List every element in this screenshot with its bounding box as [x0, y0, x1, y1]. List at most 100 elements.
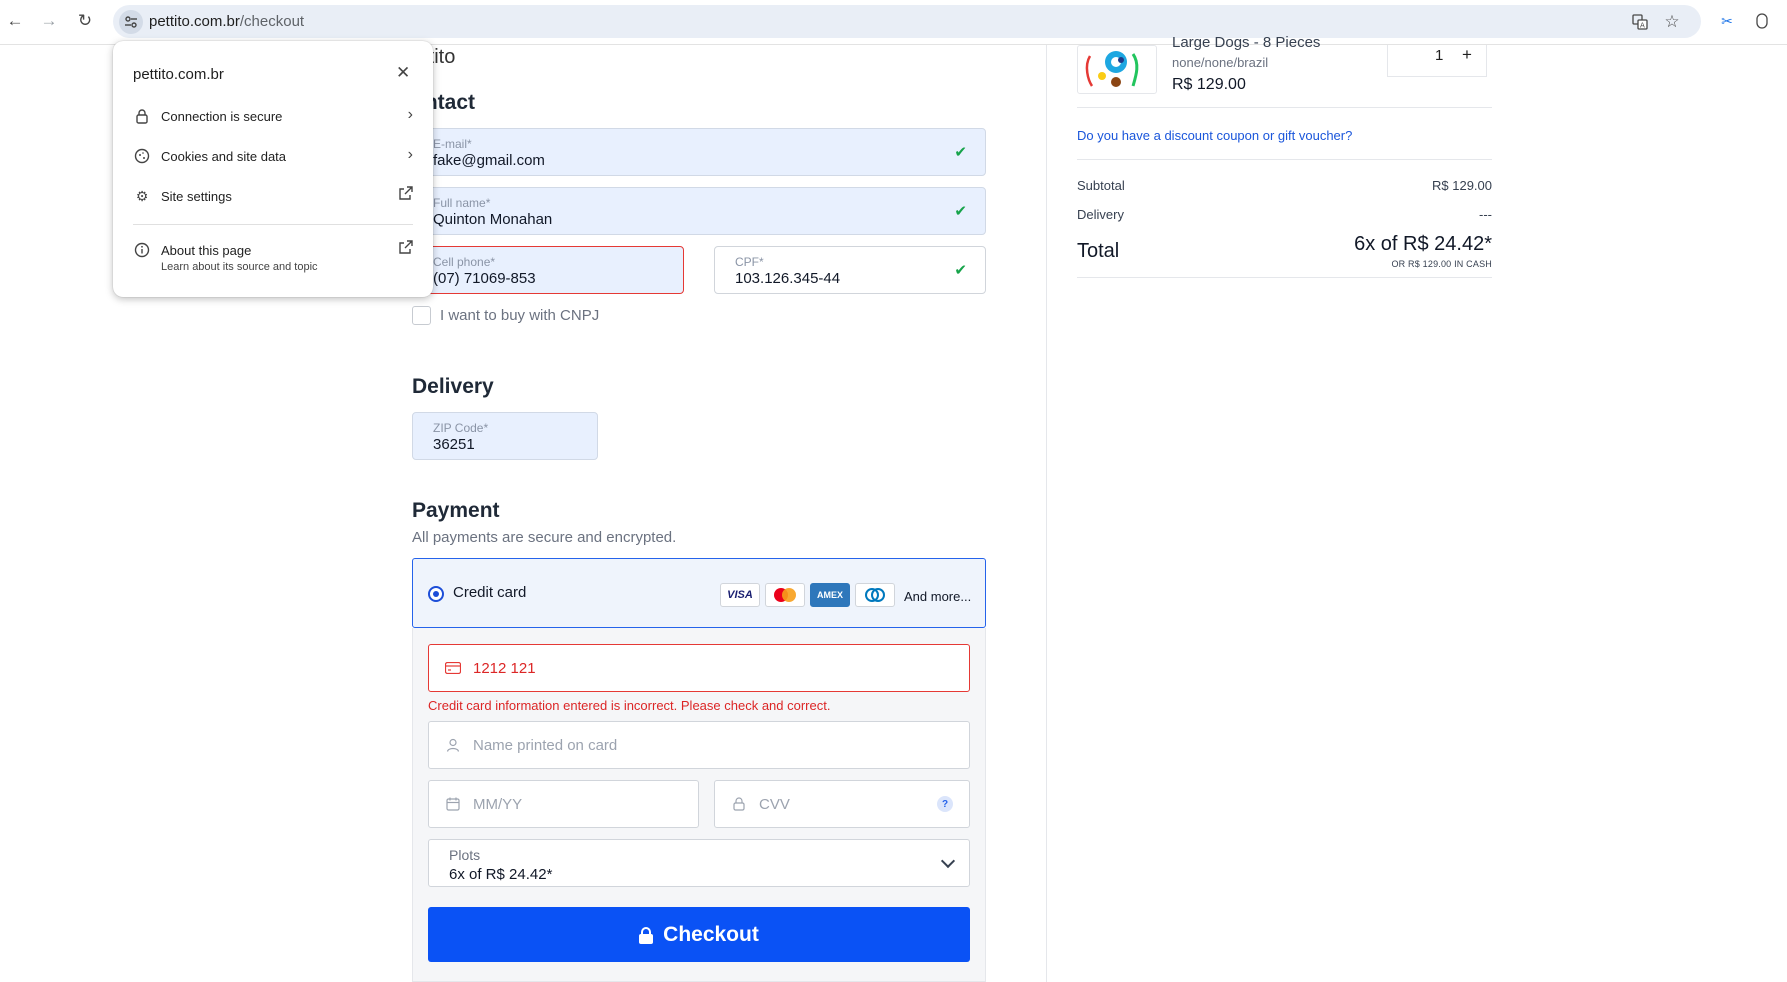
delivery-value: ---	[1479, 207, 1492, 222]
delivery-row: Delivery ---	[1077, 207, 1492, 222]
column-divider	[1046, 45, 1047, 982]
info-icon	[133, 241, 151, 259]
plots-select[interactable]: Plots 6x of R$ 24.42*	[428, 839, 970, 887]
chevron-down-icon	[940, 853, 956, 869]
plots-value: 6x of R$ 24.42*	[449, 866, 553, 883]
card-number-value: 1212 121	[473, 660, 536, 677]
email-field[interactable]: E-mail* fake@gmail.com ✔	[412, 128, 986, 176]
total-cash-note: OR R$ 129.00 IN CASH	[1391, 259, 1492, 269]
full-name-value: Quinton Monahan	[433, 211, 553, 228]
divider	[1077, 159, 1492, 160]
payment-subtitle: All payments are secure and encrypted.	[412, 529, 677, 546]
full-name-label: Full name*	[433, 196, 491, 210]
email-value: fake@gmail.com	[433, 152, 545, 169]
site-settings-label: Site settings	[161, 189, 232, 204]
zip-code-field[interactable]: ZIP Code* 36251	[412, 412, 598, 460]
about-page-label: About this page	[161, 243, 252, 258]
zip-code-value: 36251	[433, 436, 475, 453]
total-value: 6x of R$ 24.42*	[1354, 233, 1492, 255]
close-icon[interactable]: ✕	[396, 63, 410, 83]
external-link-icon	[399, 240, 413, 259]
mastercard-logo	[765, 583, 805, 607]
check-icon: ✔	[954, 144, 967, 161]
cell-phone-field[interactable]: Cell phone* (07) 71069-853	[412, 246, 684, 294]
popup-divider	[133, 224, 413, 225]
extension-icon[interactable]: ✂	[1718, 12, 1736, 30]
cookies-item[interactable]: Cookies and site data ›	[133, 145, 413, 169]
expiry-input[interactable]: MM/YY	[428, 780, 699, 828]
credit-card-radio[interactable]	[428, 586, 444, 602]
total-label: Total	[1077, 240, 1120, 262]
credit-card-option[interactable]: Credit card VISA AMEX And more...	[412, 558, 986, 628]
quantity-value: 1	[1435, 47, 1444, 64]
check-icon: ✔	[954, 262, 967, 279]
checkout-button[interactable]: Checkout	[428, 907, 970, 962]
product-price: R$ 129.00	[1172, 76, 1246, 93]
bookmark-star-icon[interactable]: ☆	[1663, 12, 1681, 31]
site-info-popup: pettito.com.br ✕ Connection is secure › …	[113, 41, 433, 297]
lock-icon	[639, 926, 654, 944]
site-settings-item[interactable]: ⚙ Site settings	[133, 185, 413, 209]
visa-logo: VISA	[720, 583, 760, 607]
lock-icon	[133, 107, 151, 125]
divider	[1077, 277, 1492, 278]
cell-phone-value: (07) 71069-853	[433, 270, 536, 287]
expiry-placeholder: MM/YY	[473, 796, 523, 813]
connection-secure-item[interactable]: Connection is secure ›	[133, 105, 413, 129]
cookies-label: Cookies and site data	[161, 149, 287, 164]
delivery-label: Delivery	[1077, 207, 1124, 222]
full-name-field[interactable]: Full name* Quinton Monahan ✔	[412, 187, 986, 235]
divider	[1077, 107, 1492, 108]
connection-secure-label: Connection is secure	[161, 109, 283, 124]
reload-icon[interactable]: ↻	[74, 10, 96, 32]
chevron-right-icon: ›	[407, 146, 413, 163]
translate-icon[interactable]: A	[1631, 13, 1649, 31]
profile-icon[interactable]	[1753, 12, 1771, 30]
chevron-right-icon: ›	[407, 106, 413, 123]
product-name: Large Dogs - 8 Pieces	[1172, 34, 1321, 51]
url-text: pettito.com.br/checkout	[149, 13, 305, 30]
about-page-sub: Learn about its source and topic	[161, 261, 318, 273]
popup-title: pettito.com.br	[133, 66, 224, 83]
forward-icon[interactable]: →	[38, 10, 60, 32]
and-more-text: And more...	[904, 589, 972, 604]
amex-logo: AMEX	[810, 583, 850, 607]
cnpj-label: I want to buy with CNPJ	[440, 307, 600, 324]
subtotal-label: Subtotal	[1077, 178, 1125, 193]
gear-icon: ⚙	[135, 187, 149, 204]
cpf-value: 103.126.345-44	[735, 270, 841, 287]
subtotal-value: R$ 129.00	[1432, 178, 1492, 193]
product-image	[1077, 45, 1157, 94]
quantity-stepper[interactable]: 1 +	[1387, 45, 1487, 77]
check-icon: ✔	[954, 203, 967, 220]
email-label: E-mail*	[433, 137, 472, 151]
delivery-title: Delivery	[412, 375, 494, 398]
cvv-help-icon[interactable]: ?	[937, 796, 953, 812]
svg-text:A: A	[1640, 22, 1645, 30]
credit-card-icon	[445, 660, 461, 676]
payment-title: Payment	[412, 499, 500, 522]
cpf-label: CPF*	[735, 255, 764, 269]
card-name-placeholder: Name printed on card	[473, 737, 618, 754]
plots-label: Plots	[449, 847, 481, 863]
card-number-input[interactable]: 1212 121	[428, 644, 970, 692]
site-info-icon[interactable]	[119, 10, 143, 34]
card-error-message: Credit card information entered is incor…	[428, 698, 831, 713]
cvv-input[interactable]: CVV ?	[714, 780, 970, 828]
zip-code-label: ZIP Code*	[433, 421, 489, 435]
coupon-link[interactable]: Do you have a discount coupon or gift vo…	[1077, 128, 1352, 143]
quantity-plus-button[interactable]: +	[1462, 45, 1472, 65]
back-icon[interactable]: ←	[4, 10, 26, 32]
cnpj-checkbox[interactable]	[412, 306, 431, 325]
checkout-label: Checkout	[663, 922, 759, 946]
cpf-field[interactable]: CPF* 103.126.345-44 ✔	[714, 246, 986, 294]
card-name-input[interactable]: Name printed on card	[428, 721, 970, 769]
browser-toolbar: ← → ↻ pettito.com.br/checkout A ☆ ✂	[0, 0, 1787, 45]
calendar-icon	[445, 796, 461, 812]
address-bar[interactable]: pettito.com.br/checkout A ☆	[113, 5, 1701, 38]
subtotal-row: Subtotal R$ 129.00	[1077, 178, 1492, 193]
cookie-icon	[133, 147, 151, 165]
cell-phone-label: Cell phone*	[433, 255, 496, 269]
about-page-item[interactable]: About this page Learn about its source a…	[133, 239, 413, 275]
external-link-icon	[399, 186, 413, 205]
